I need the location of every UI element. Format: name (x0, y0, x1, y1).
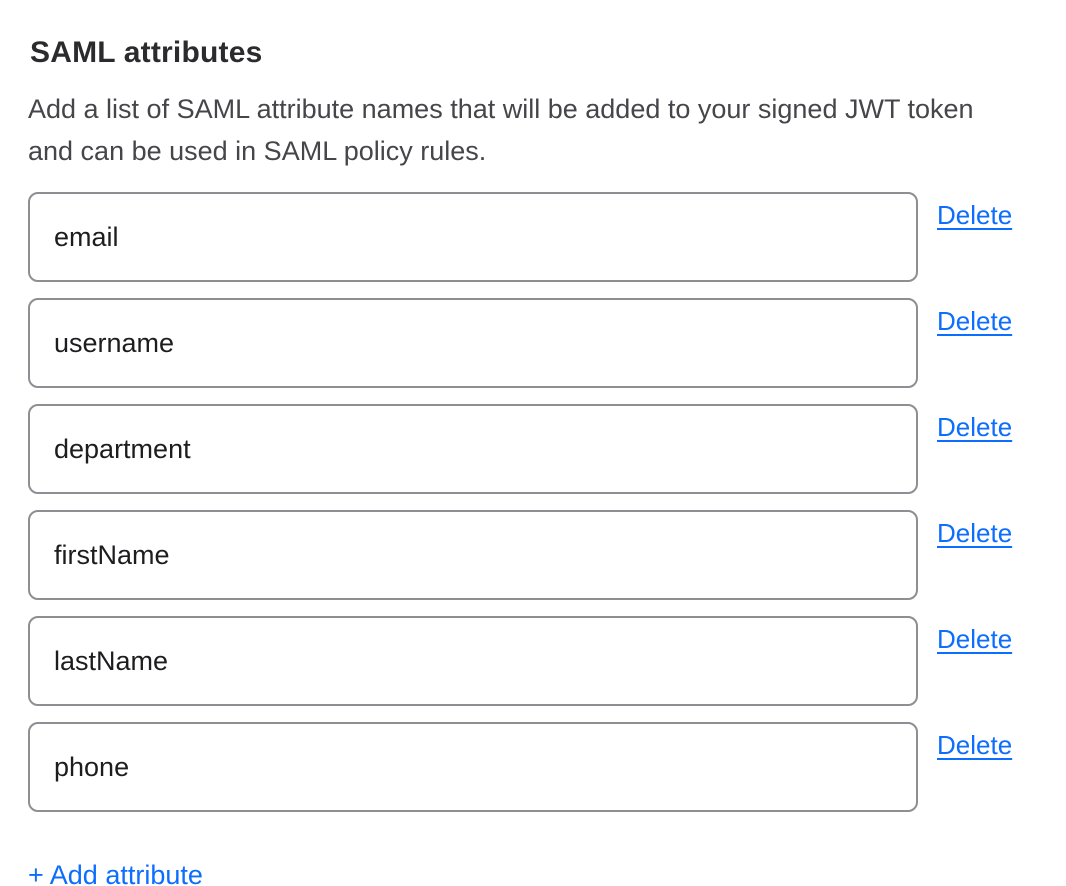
saml-attributes-section: SAML attributes Add a list of SAML attri… (0, 0, 1066, 886)
attribute-row: Delete (28, 722, 1066, 812)
delete-link-email[interactable]: Delete (937, 200, 1012, 230)
page-title: SAML attributes (30, 36, 1066, 70)
section-description: Add a list of SAML attribute names that … (28, 88, 1058, 172)
delete-link-phone[interactable]: Delete (937, 730, 1012, 760)
attribute-input-username[interactable] (28, 298, 918, 388)
delete-link-lastname[interactable]: Delete (937, 624, 1012, 654)
attribute-input-department[interactable] (28, 404, 918, 494)
description-line-2: and can be used in SAML policy rules. (28, 130, 1058, 172)
attribute-input-firstname[interactable] (28, 510, 918, 600)
delete-link-username[interactable]: Delete (937, 306, 1012, 336)
attribute-row: Delete (28, 192, 1066, 282)
attribute-input-email[interactable] (28, 192, 918, 282)
delete-link-firstname[interactable]: Delete (937, 518, 1012, 548)
attribute-row: Delete (28, 298, 1066, 388)
attribute-input-phone[interactable] (28, 722, 918, 812)
attribute-row: Delete (28, 510, 1066, 600)
attribute-row: Delete (28, 404, 1066, 494)
delete-link-department[interactable]: Delete (937, 412, 1012, 442)
attribute-list: Delete Delete Delete Delete Delete Delet… (28, 192, 1066, 812)
attribute-input-lastname[interactable] (28, 616, 918, 706)
attribute-row: Delete (28, 616, 1066, 706)
description-line-1: Add a list of SAML attribute names that … (28, 88, 1058, 130)
add-attribute-link[interactable]: + Add attribute (28, 859, 203, 886)
